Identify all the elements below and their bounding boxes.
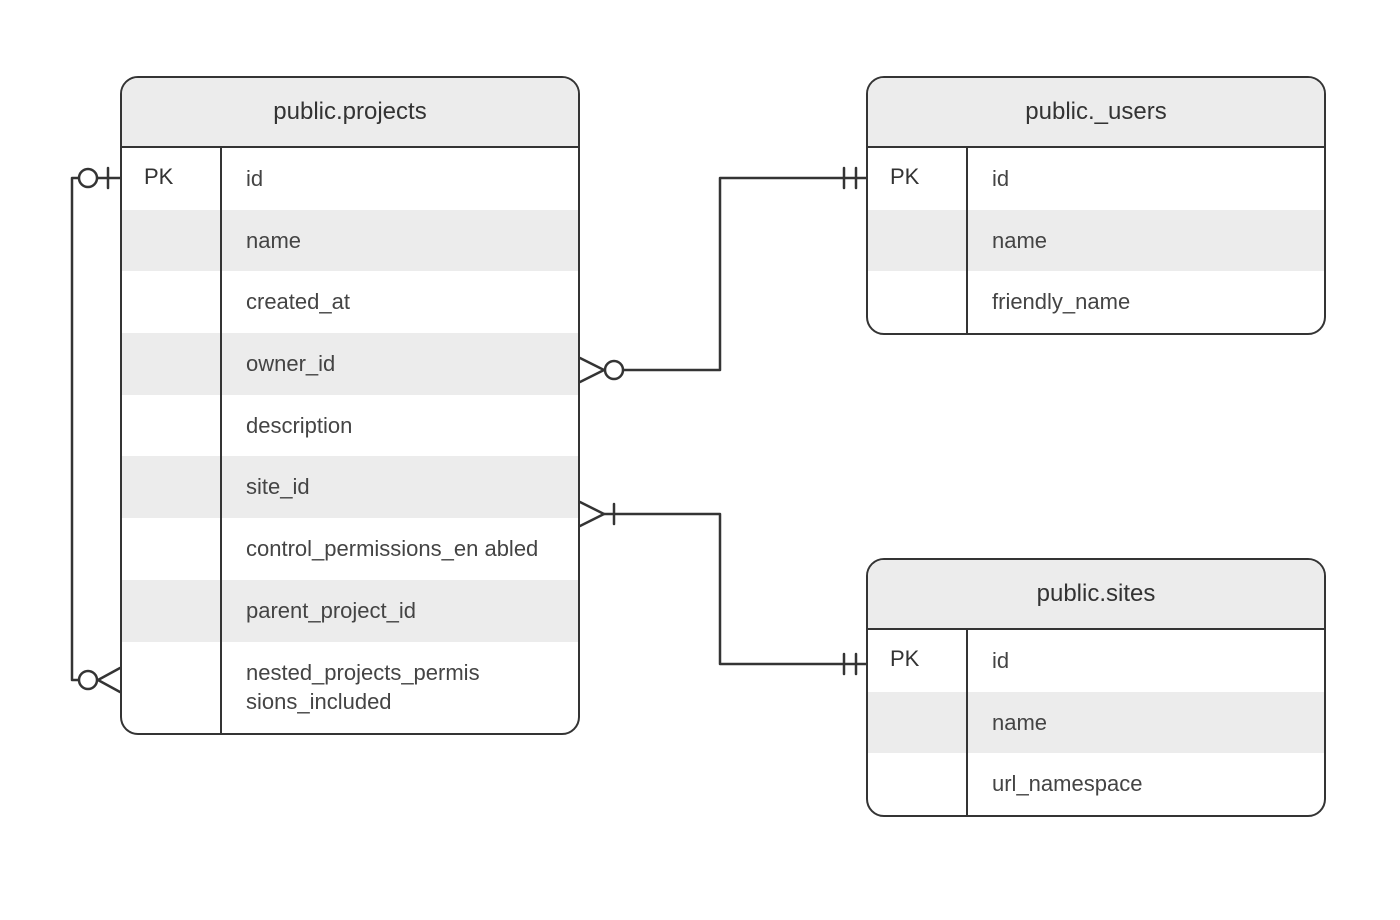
erd-canvas: public.projects PKid name created_at own… (0, 0, 1400, 920)
col-name: name (968, 692, 1324, 754)
table-row: name (122, 210, 578, 272)
table-row: url_namespace (868, 753, 1324, 815)
table-row: site_id (122, 456, 578, 518)
col-name: name (968, 210, 1324, 272)
table-row: description (122, 395, 578, 457)
col-name: name (222, 210, 578, 272)
rel-projects-self (72, 178, 98, 680)
col-created-at: created_at (222, 271, 578, 333)
table-row: friendly_name (868, 271, 1324, 333)
ring-pk (79, 169, 97, 187)
table-row: nested_projects_permis sions_included (122, 642, 578, 733)
table-row: PKid (122, 148, 578, 210)
pk-cell (868, 271, 968, 333)
col-friendly-name: friendly_name (968, 271, 1324, 333)
pk-cell: PK (868, 148, 968, 210)
table-row: PKid (868, 148, 1324, 210)
crowfoot-site (580, 502, 604, 526)
pk-cell: PK (122, 148, 222, 210)
pk-cell (122, 210, 222, 272)
crowfoot-parent (98, 668, 120, 692)
entity-sites-title: public.sites (868, 560, 1324, 630)
col-url-namespace: url_namespace (968, 753, 1324, 815)
col-id: id (968, 148, 1324, 210)
table-row: PKid (868, 630, 1324, 692)
ring-parent (79, 671, 97, 689)
col-description: description (222, 395, 578, 457)
ring-owner (605, 361, 623, 379)
entity-users-title: public._users (868, 78, 1324, 148)
crowfoot-owner (580, 358, 604, 382)
pk-cell (122, 456, 222, 518)
pk-cell (122, 580, 222, 642)
table-row: name (868, 210, 1324, 272)
col-owner-id: owner_id (222, 333, 578, 395)
col-site-id: site_id (222, 456, 578, 518)
col-nested-perms: nested_projects_permis sions_included (222, 642, 578, 733)
col-id: id (968, 630, 1324, 692)
pk-cell (122, 333, 222, 395)
pk-cell (868, 210, 968, 272)
entity-projects: public.projects PKid name created_at own… (120, 76, 580, 735)
pk-cell (122, 642, 222, 733)
col-control-perms: control_permissions_en abled (222, 518, 578, 580)
entity-sites: public.sites PKid name url_namespace (866, 558, 1326, 817)
entity-projects-title: public.projects (122, 78, 578, 148)
col-id: id (222, 148, 578, 210)
entity-users: public._users PKid name friendly_name (866, 76, 1326, 335)
pk-cell (122, 518, 222, 580)
pk-cell (868, 692, 968, 754)
col-parent-project-id: parent_project_id (222, 580, 578, 642)
table-row: control_permissions_en abled (122, 518, 578, 580)
pk-cell (122, 271, 222, 333)
pk-cell (868, 753, 968, 815)
table-row: parent_project_id (122, 580, 578, 642)
rel-projects-site-to-sites (604, 514, 844, 664)
pk-cell (122, 395, 222, 457)
table-row: name (868, 692, 1324, 754)
table-row: created_at (122, 271, 578, 333)
pk-cell: PK (868, 630, 968, 692)
table-row: owner_id (122, 333, 578, 395)
rel-projects-owner-to-users (604, 178, 844, 370)
